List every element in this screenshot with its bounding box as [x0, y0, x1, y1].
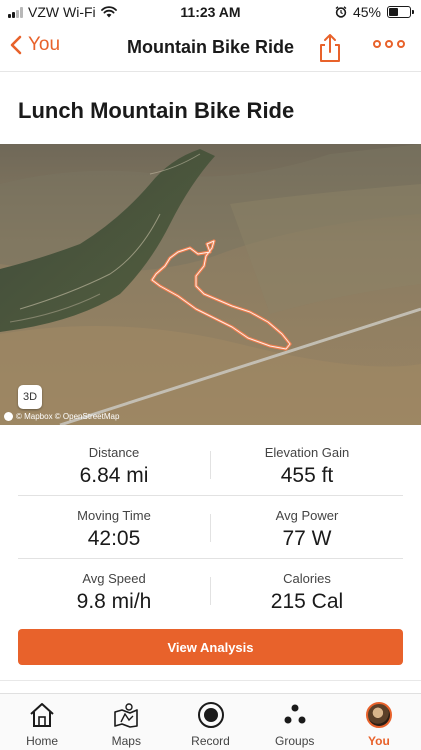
- stat-elevation-gain: Elevation Gain 455 ft: [211, 433, 403, 488]
- tab-groups[interactable]: Groups: [253, 694, 337, 750]
- profile-avatar-image: [365, 702, 392, 728]
- mapbox-logo-icon: [4, 412, 13, 421]
- more-dot-icon: [385, 40, 393, 48]
- home-icon: [27, 701, 57, 729]
- stat-avg-speed: Avg Speed 9.8 mi/h: [18, 559, 210, 614]
- stats-row: Moving Time 42:05 Avg Power 77 W: [18, 496, 403, 559]
- stat-value: 455 ft: [280, 464, 334, 487]
- status-bar: VZW Wi-Fi 11:23 AM 45%: [0, 0, 421, 24]
- map-attribution: © Mapbox © OpenStreetMap: [4, 412, 119, 421]
- map-3d-toggle-button[interactable]: 3D: [18, 385, 42, 409]
- stat-value: 215 Cal: [270, 590, 344, 613]
- stat-label: Elevation Gain: [264, 445, 350, 460]
- satellite-terrain: [0, 144, 421, 425]
- alarm-icon: [335, 6, 347, 18]
- map-credit-text: © Mapbox © OpenStreetMap: [16, 412, 120, 421]
- stat-label: Moving Time: [77, 508, 151, 523]
- avatar: [364, 701, 394, 729]
- stat-moving-time: Moving Time 42:05: [18, 496, 210, 551]
- stat-value: 9.8 mi/h: [76, 590, 152, 613]
- tab-label: Home: [26, 734, 59, 748]
- more-dot-icon: [373, 40, 381, 48]
- share-button[interactable]: [317, 33, 343, 63]
- tab-record[interactable]: Record: [168, 694, 252, 750]
- stats-grid: Distance 6.84 mi Elevation Gain 455 ft M…: [18, 433, 403, 622]
- maps-icon: [111, 701, 141, 729]
- tab-you[interactable]: You: [337, 694, 421, 750]
- stat-value: 42:05: [87, 527, 141, 550]
- record-icon: [196, 701, 226, 729]
- tab-maps[interactable]: Maps: [84, 694, 168, 750]
- stat-value: 6.84 mi: [79, 464, 149, 487]
- battery-icon: [387, 6, 414, 18]
- tab-label: Groups: [275, 734, 315, 748]
- stat-label: Calories: [283, 571, 331, 586]
- stat-distance: Distance 6.84 mi: [18, 433, 210, 488]
- stats-row: Avg Speed 9.8 mi/h Calories 215 Cal: [18, 559, 403, 622]
- activity-title: Lunch Mountain Bike Ride: [18, 98, 295, 123]
- tab-label: Maps: [111, 734, 141, 748]
- navigation-bar: You Mountain Bike Ride: [0, 24, 421, 72]
- battery-level-fill: [389, 8, 398, 16]
- stat-label: Avg Power: [275, 508, 339, 523]
- tab-label: Record: [191, 734, 230, 748]
- section-divider: [0, 680, 421, 681]
- share-icon: [320, 34, 340, 62]
- page-title: Mountain Bike Ride: [126, 37, 294, 57]
- status-right: 45%: [335, 4, 414, 20]
- stats-row: Distance 6.84 mi Elevation Gain 455 ft: [18, 433, 403, 496]
- stat-value: 77 W: [282, 527, 332, 550]
- stat-label: Avg Speed: [82, 571, 146, 586]
- tab-home[interactable]: Home: [0, 694, 84, 750]
- tab-bar: Home Maps Record Groups You: [0, 693, 421, 750]
- stat-label: Distance: [88, 445, 140, 460]
- more-options-button[interactable]: [373, 40, 405, 48]
- more-dot-icon: [397, 40, 405, 48]
- tab-label: You: [368, 734, 390, 748]
- groups-icon: [280, 701, 310, 729]
- route-map[interactable]: 3D © Mapbox © OpenStreetMap: [0, 144, 421, 425]
- stat-avg-power: Avg Power 77 W: [211, 496, 403, 551]
- view-analysis-button[interactable]: View Analysis: [18, 629, 403, 665]
- battery-percent: 45%: [352, 4, 381, 20]
- stat-calories: Calories 215 Cal: [211, 559, 403, 614]
